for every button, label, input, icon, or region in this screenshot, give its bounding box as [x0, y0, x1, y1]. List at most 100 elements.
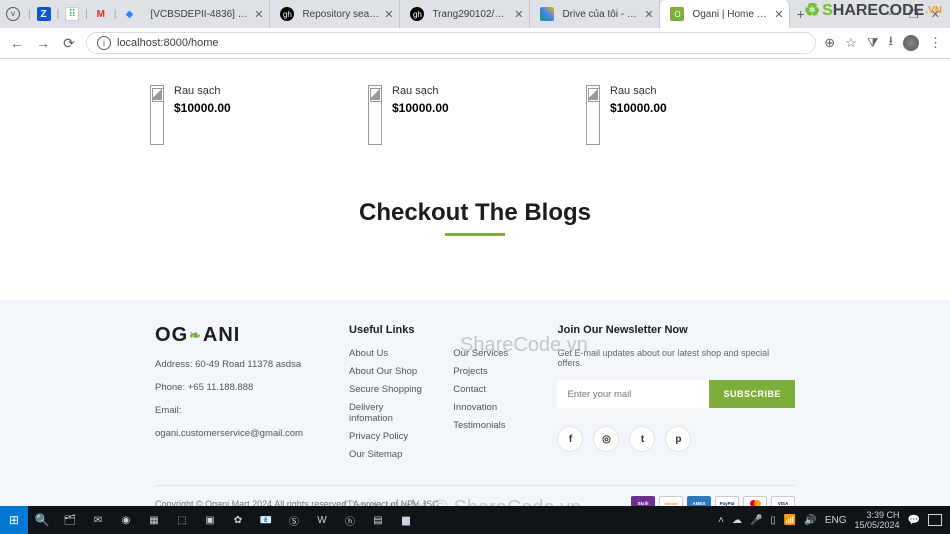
- language-indicator[interactable]: ENG: [825, 515, 847, 526]
- show-desktop-button[interactable]: [928, 514, 942, 526]
- tab-github-repo[interactable]: gh Trang290102/HoThiThu… ✕: [400, 0, 530, 28]
- tab-jira[interactable]: [VCBSDEPII-4836] Chec… ✕: [140, 0, 270, 28]
- footer-email-label: Email:: [155, 405, 319, 416]
- taskbar-app-icon[interactable]: ▣: [196, 506, 224, 534]
- footer-link[interactable]: About Us: [349, 348, 423, 359]
- volume-icon[interactable]: 🔊: [804, 515, 816, 526]
- notifications-icon[interactable]: 💬: [908, 515, 920, 526]
- profile-avatar[interactable]: [903, 35, 919, 51]
- menu-icon[interactable]: ⋮: [929, 35, 942, 51]
- footer-link[interactable]: Innovation: [453, 402, 527, 413]
- ogani-logo[interactable]: OG❧ANI: [155, 324, 319, 347]
- broken-image-icon: [586, 85, 600, 145]
- product-price: $10000.00: [610, 101, 667, 115]
- subscribe-form: SUBSCRIBE: [557, 380, 795, 408]
- github-favicon: gh: [410, 7, 424, 21]
- wifi-icon[interactable]: 📶: [784, 515, 796, 526]
- footer-email-value: ogani.customerservice@gmail.com: [155, 428, 319, 439]
- footer-link[interactable]: Testimonials: [453, 420, 527, 431]
- battery-icon[interactable]: ▯: [770, 515, 776, 526]
- sharecode-watermark-logo: ♻ SHARECODE.VN: [804, 0, 942, 21]
- start-button[interactable]: ⊞: [0, 506, 28, 534]
- taskbar-app-icon[interactable]: ▦: [140, 506, 168, 534]
- extensions-icon[interactable]: ⧩: [867, 35, 879, 51]
- tab-label: Drive của tôi - Google…: [562, 9, 640, 20]
- product-name: Rau sạch: [174, 85, 231, 97]
- close-icon[interactable]: ✕: [644, 8, 653, 21]
- site-info-icon[interactable]: i: [97, 36, 111, 50]
- chrome-app-icon[interactable]: ◉: [112, 506, 140, 534]
- gmail-favicon[interactable]: M: [94, 7, 108, 21]
- footer-newsletter-col: Join Our Newsletter Now Get E-mail updat…: [557, 324, 795, 467]
- products-row: Rau sạch $10000.00 Rau sạch $10000.00 Ra…: [150, 59, 950, 145]
- facebook-icon[interactable]: f: [557, 426, 583, 452]
- twitter-icon[interactable]: t: [629, 426, 655, 452]
- onedrive-icon[interactable]: ☁: [732, 515, 742, 526]
- back-icon[interactable]: ←: [8, 35, 26, 51]
- tab-github-search[interactable]: gh Repository search resul… ✕: [270, 0, 400, 28]
- taskbar-app-icon[interactable]: ⓗ: [336, 506, 364, 534]
- url-text: localhost:8000/home: [117, 37, 219, 49]
- tab-label: [VCBSDEPII-4836] Chec…: [150, 9, 250, 20]
- pinterest-icon[interactable]: p: [665, 426, 691, 452]
- close-icon[interactable]: ✕: [774, 8, 783, 21]
- tray-chevron-icon[interactable]: ˄: [718, 515, 724, 526]
- instagram-icon[interactable]: ◎: [593, 426, 619, 452]
- footer-link[interactable]: Secure Shopping: [349, 384, 423, 395]
- subscribe-button[interactable]: SUBSCRIBE: [709, 380, 795, 408]
- footer-link[interactable]: Privacy Policy: [349, 431, 423, 442]
- footer-phone: Phone: +65 11.188.888: [155, 382, 319, 393]
- taskbar-app-icon[interactable]: ▤: [364, 506, 392, 534]
- drive-favicon: [540, 7, 554, 21]
- jira-favicon[interactable]: ◆: [122, 7, 136, 21]
- product-card[interactable]: Rau sạch $10000.00: [150, 85, 340, 145]
- bookmark-icon[interactable]: ☆: [845, 35, 857, 51]
- footer: OG❧ANI Address: 60-49 Road 11378 asdsa P…: [0, 300, 950, 507]
- footer-link[interactable]: About Our Shop: [349, 366, 423, 377]
- forward-icon[interactable]: →: [34, 35, 52, 51]
- taskbar-clock[interactable]: 3:39 CH 15/05/2024: [855, 510, 900, 530]
- close-icon[interactable]: ✕: [254, 8, 263, 21]
- page-content: Rau sạch $10000.00 Rau sạch $10000.00 Ra…: [0, 59, 950, 507]
- taskbar-app-icon[interactable]: 📧: [252, 506, 280, 534]
- extension-favicon[interactable]: ⠿: [65, 7, 79, 21]
- product-card[interactable]: Rau sạch $10000.00: [586, 85, 776, 145]
- footer-link[interactable]: Contact: [453, 384, 527, 395]
- terminal-app-icon[interactable]: ▆: [392, 506, 420, 534]
- footer-link[interactable]: Our Services: [453, 348, 527, 359]
- product-name: Rau sạch: [392, 85, 449, 97]
- tab-ogani[interactable]: O Ogani | Home Page ✕: [660, 0, 790, 28]
- footer-link[interactable]: Projects: [453, 366, 527, 377]
- product-price: $10000.00: [174, 101, 231, 115]
- newsletter-title: Join Our Newsletter Now: [557, 324, 795, 336]
- skype-app-icon[interactable]: Ⓢ: [280, 506, 308, 534]
- download-icon[interactable]: ⭳: [888, 32, 893, 54]
- reload-icon[interactable]: ⟳: [60, 35, 78, 52]
- search-icon[interactable]: 🔍: [28, 506, 56, 534]
- tab-drive[interactable]: Drive của tôi - Google… ✕: [530, 0, 660, 28]
- mic-icon[interactable]: 🎤: [750, 515, 762, 526]
- taskbar-date: 15/05/2024: [855, 520, 900, 530]
- chevron-down-icon[interactable]: ˅: [6, 7, 20, 21]
- taskbar-app-icon[interactable]: ⬚: [168, 506, 196, 534]
- ogani-favicon: O: [670, 7, 684, 21]
- zalo-favicon[interactable]: Z: [37, 7, 51, 21]
- newsletter-input[interactable]: [557, 380, 709, 408]
- mail-app-icon[interactable]: ✉: [84, 506, 112, 534]
- taskbar-app-icon[interactable]: ✿: [224, 506, 252, 534]
- product-card[interactable]: Rau sạch $10000.00: [368, 85, 558, 145]
- tab-label: Repository search resul…: [302, 9, 380, 20]
- product-name: Rau sạch: [610, 85, 667, 97]
- word-app-icon[interactable]: W: [308, 506, 336, 534]
- close-icon[interactable]: ✕: [514, 8, 523, 21]
- heading-underline: [445, 233, 505, 236]
- omnibox[interactable]: i localhost:8000/home: [86, 32, 816, 54]
- zoom-icon[interactable]: ⊕: [824, 35, 835, 51]
- close-icon[interactable]: ✕: [384, 8, 393, 21]
- footer-link[interactable]: Our Sitemap: [349, 449, 423, 460]
- blogs-heading: Checkout The Blogs: [0, 199, 950, 227]
- useful-links-title: Useful Links: [349, 324, 423, 336]
- file-explorer-icon[interactable]: 🗂: [56, 506, 84, 534]
- tab-label: Ogani | Home Page: [692, 9, 770, 20]
- footer-link[interactable]: Delivery infomation: [349, 402, 423, 424]
